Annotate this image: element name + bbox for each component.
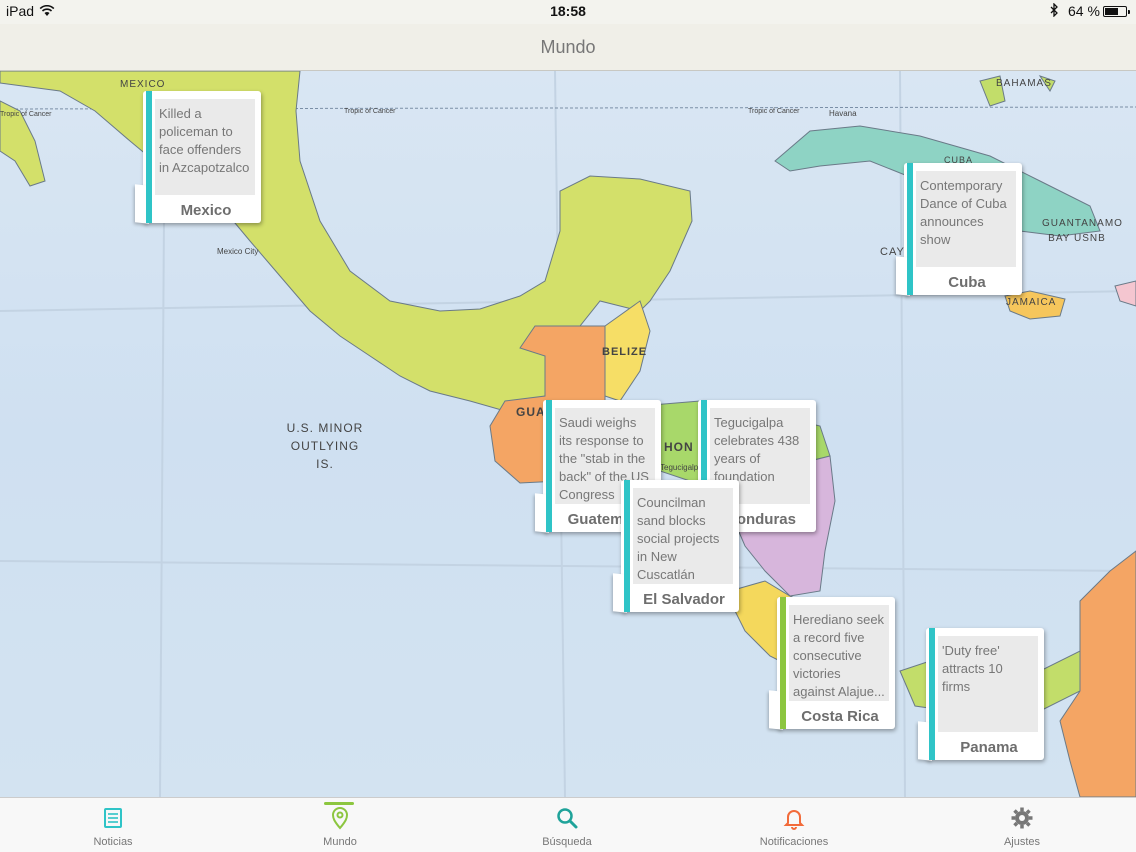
page-title: Mundo (540, 37, 596, 57)
tab-busqueda[interactable]: Búsqueda (507, 798, 627, 852)
news-card-costa-rica[interactable]: Herediano seek a record five consecutive… (769, 597, 895, 730)
map-label-tropic: Tropic of Cancer (0, 111, 52, 118)
tab-bar: Noticias Mundo Búsqueda Notificaciones A… (0, 797, 1136, 852)
map-label-tegucigalpa: Tegucigalpa (660, 463, 703, 472)
gear-icon (1010, 806, 1034, 830)
news-headline: Contemporary Dance of Cuba announces sho… (916, 171, 1016, 267)
map-label-us-minor-outlying: U.S. MINOR OUTLYING IS. (286, 421, 364, 471)
news-card-cuba[interactable]: Contemporary Dance of Cuba announces sho… (896, 163, 1022, 296)
tab-label: Noticias (93, 836, 133, 848)
map-label-mexico: MEXICO (120, 79, 166, 90)
map-label-jamaica: JAMAICA (1006, 297, 1057, 308)
search-icon (555, 806, 579, 830)
tab-label: Búsqueda (542, 836, 592, 848)
news-card-el-salvador[interactable]: Councilman sand blocks social projects i… (613, 480, 739, 613)
tab-label: Mundo (323, 836, 357, 848)
news-card-mexico[interactable]: Killed a policeman to face offenders in … (135, 91, 261, 224)
map-label-guatemala: GUA (516, 405, 546, 419)
news-country: Costa Rica (801, 708, 879, 725)
map-label-belize: BELIZE (602, 346, 648, 358)
hispaniola-shape (1114, 280, 1136, 307)
world-map[interactable]: MEXICO Mexico City Tropic of Cancer Trop… (0, 71, 1136, 797)
tab-notificaciones[interactable]: Notificaciones (734, 798, 854, 852)
map-label-guantanamo: GUANTANAMO BAY USNB (1042, 218, 1123, 244)
map-label-honduras: HON (664, 440, 694, 454)
newspaper-icon (101, 806, 125, 830)
map-label-havana: Havana (829, 109, 857, 118)
map-label-tropic: Tropic of Cancer (748, 108, 800, 115)
map-label-mexico-city: Mexico City (217, 247, 259, 256)
clock: 18:58 (550, 3, 586, 19)
map-fold-line (0, 560, 1136, 572)
tab-noticias[interactable]: Noticias (53, 798, 173, 852)
tab-mundo[interactable]: Mundo (280, 798, 400, 852)
news-country: Panama (960, 739, 1018, 756)
news-headline: Councilman sand blocks social projects i… (633, 488, 733, 584)
map-label-bahamas: BAHAMAS (996, 78, 1052, 89)
map-label-tropic: Tropic of Cancer (344, 108, 396, 115)
navigation-bar: Mundo (0, 24, 1136, 71)
map-pin-icon (328, 806, 352, 830)
news-country: El Salvador (643, 591, 725, 608)
news-headline: Killed a policeman to face offenders in … (155, 99, 255, 195)
news-headline: Herediano seek a record five consecutive… (789, 605, 889, 701)
news-headline: 'Duty free' attracts 10 firms (938, 636, 1038, 732)
battery-fill (1105, 8, 1118, 15)
news-country: Mexico (180, 202, 232, 219)
tab-ajustes[interactable]: Ajustes (962, 798, 1082, 852)
tab-label: Ajustes (1003, 836, 1041, 848)
active-tab-indicator (324, 802, 354, 805)
news-card-panama[interactable]: 'Duty free' attracts 10 firms Panama (918, 628, 1044, 761)
bluetooth-icon (1049, 2, 1059, 20)
news-country: Cuba (948, 274, 986, 291)
bell-icon (782, 806, 806, 830)
battery-icon (1103, 6, 1130, 17)
status-bar: iPad 18:58 64 % (0, 0, 1136, 24)
battery-percentage: 64 % (1068, 3, 1100, 19)
tab-label: Notificaciones (759, 836, 829, 848)
